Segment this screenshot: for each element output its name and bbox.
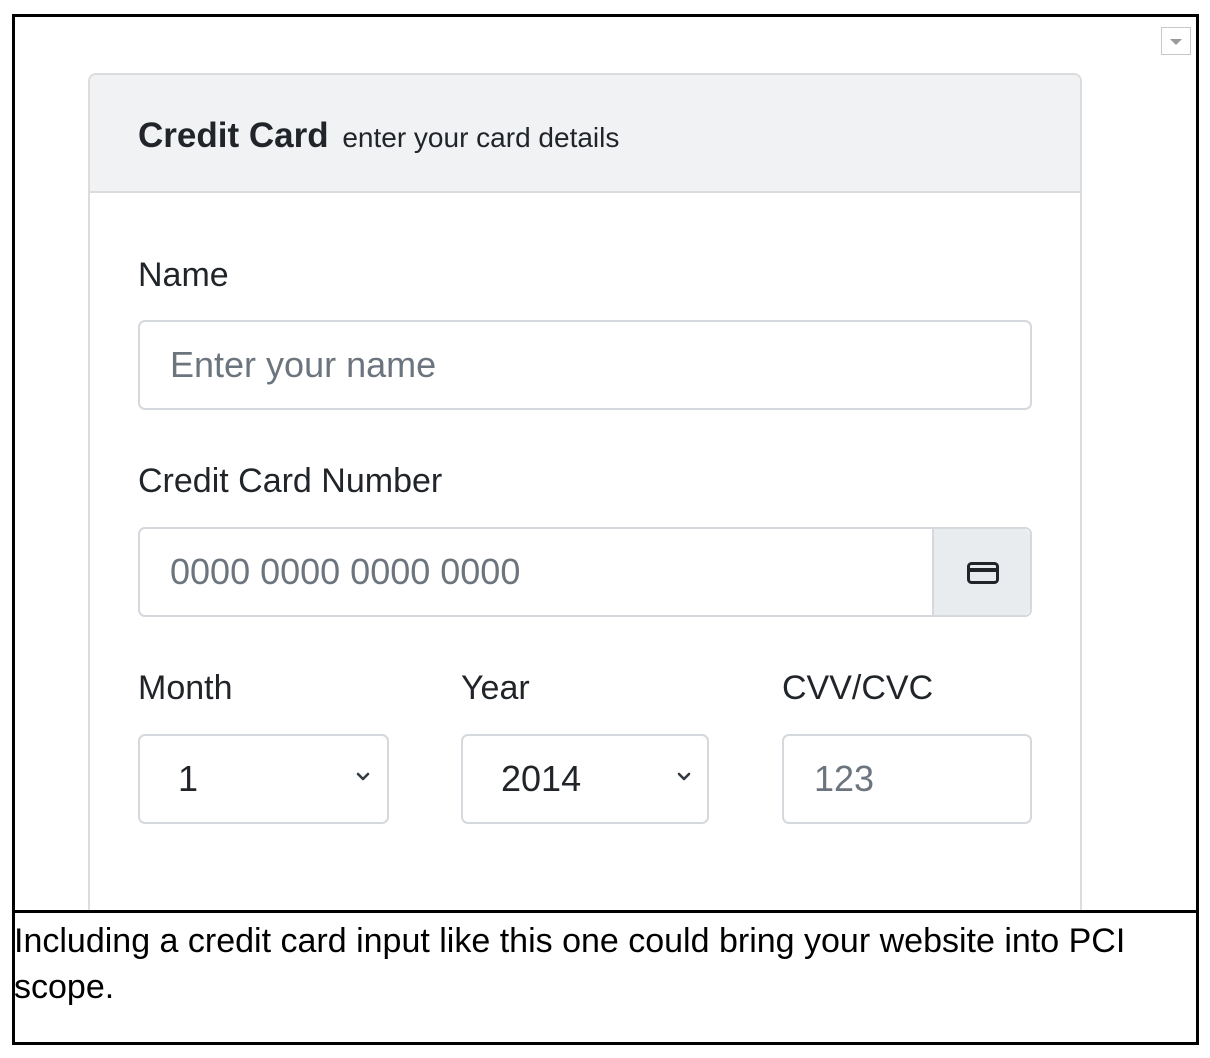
caption-text: Including a credit card input like this … (14, 922, 1126, 1006)
name-placeholder: Enter your name (170, 344, 437, 385)
cvv-placeholder: 123 (814, 758, 875, 799)
year-value: 2014 (501, 758, 582, 799)
card-number-placeholder: 0000 0000 0000 0000 (170, 551, 521, 592)
credit-card-form: Credit Card enter your card details Name… (88, 73, 1082, 910)
month-label: Month (138, 669, 233, 707)
card-title-text: Credit Card (138, 116, 329, 155)
chevron-down-icon (677, 772, 691, 781)
card-number-input[interactable]: 0000 0000 0000 0000 (138, 527, 1032, 617)
card-subtitle: enter your card details (342, 122, 620, 153)
figure-frame: Credit Card enter your card details Name… (12, 14, 1199, 1045)
name-label: Name (138, 256, 229, 294)
cvv-input[interactable]: 123 (782, 734, 1032, 824)
card-number-label: Credit Card Number (138, 462, 443, 500)
month-value: 1 (178, 758, 199, 799)
credit-card-icon (967, 562, 999, 584)
chevron-down-icon (356, 772, 370, 781)
card-header: Credit Card enter your card details (90, 75, 1080, 193)
card-title: Credit Card enter your card details (138, 116, 619, 156)
name-input[interactable]: Enter your name (138, 320, 1032, 410)
corner-dropdown-icon[interactable] (1161, 27, 1191, 55)
cvv-label: CVV/CVC (782, 669, 934, 707)
screenshot-area: Credit Card enter your card details Name… (15, 17, 1196, 913)
card-number-addon (932, 529, 1030, 615)
year-select[interactable]: 2014 (461, 734, 709, 824)
year-label: Year (461, 669, 530, 707)
month-select[interactable]: 1 (138, 734, 389, 824)
